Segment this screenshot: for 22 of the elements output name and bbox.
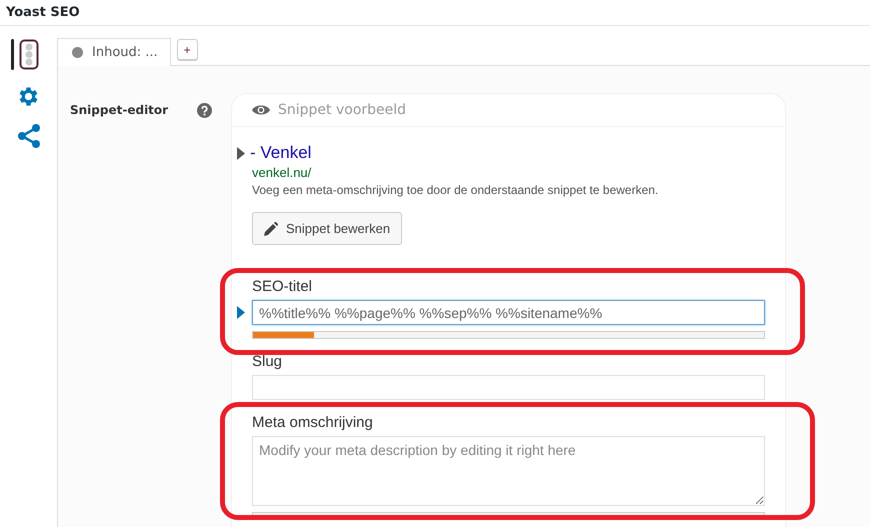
share-icon [16,123,40,149]
app-title: Yoast SEO [6,5,80,20]
score-dot-icon [72,47,83,58]
edit-snippet-button[interactable]: Snippet bewerken [252,212,402,245]
pencil-icon [264,222,278,236]
preview-url: venkel.nu/ [252,165,312,180]
title-field[interactable]: %%title%% %%page%% %%sep%% %%sitename%% [252,300,765,325]
field-label: SEO-titel [252,278,314,295]
preview-title: - Venkel [250,143,312,163]
content-tab[interactable]: Inhoud: ... [57,38,171,66]
section-label: Snippet-editor [70,103,168,117]
field-label: Meta omschrijving [252,414,374,431]
slug-field[interactable] [252,375,765,400]
field-label: Slug [252,353,284,370]
preview-description: Voeg een meta-omschrijving toe door de onderstaande snippet te bewerken. [252,183,660,197]
preview-heading: Snippet voorbeeld [278,102,406,118]
caret-icon [237,146,245,160]
traffic-light-icon [18,39,38,70]
description-field[interactable]: Modify your meta description by editing it right here [252,436,765,506]
eye-icon [252,104,270,116]
add-tab-button[interactable]: + [176,39,198,60]
help-icon[interactable] [197,103,212,118]
